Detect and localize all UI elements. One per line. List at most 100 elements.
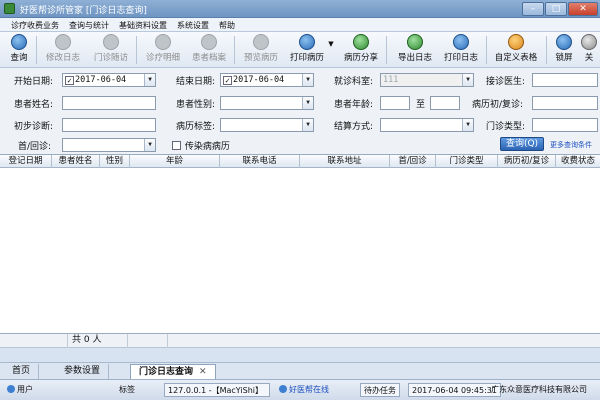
- age-label: 患者年龄:: [334, 100, 374, 110]
- share-icon: [353, 34, 369, 50]
- toolbar-lock-button[interactable]: 锁屏: [552, 34, 576, 66]
- end-date-field[interactable]: ✓ 2017-06-04 ▼: [220, 73, 314, 87]
- col-patient-name[interactable]: 患者姓名: [52, 155, 100, 168]
- minimize-button[interactable]: –: [522, 2, 544, 16]
- footer-cell: [128, 334, 168, 348]
- status-todo[interactable]: 待办任务: [360, 383, 400, 397]
- infectious-checkbox[interactable]: [172, 141, 181, 150]
- tab-settings[interactable]: 参数设置: [56, 364, 110, 379]
- toolbar-close-button[interactable]: 关: [580, 34, 598, 66]
- clinic-type-select[interactable]: [532, 118, 598, 132]
- menu-system-settings[interactable]: 系统设置: [172, 18, 214, 31]
- status-online[interactable]: 好医帮在线: [276, 383, 332, 397]
- patient-name-input[interactable]: [62, 96, 156, 110]
- col-phone[interactable]: 联系电话: [220, 155, 300, 168]
- toolbar-separator: [36, 36, 37, 64]
- close-window-button[interactable]: ✕: [568, 2, 598, 16]
- department-select[interactable]: 111 ▼: [380, 73, 474, 87]
- chevron-down-icon[interactable]: ▼: [462, 119, 473, 131]
- toolbar-detail-button[interactable]: 诊疗明细: [142, 34, 184, 66]
- tab-clinic-log-query[interactable]: 门诊日志查询 ✕: [130, 364, 216, 379]
- toolbar-export-button[interactable]: 导出日志: [394, 34, 436, 66]
- user-icon: [7, 385, 15, 393]
- title-bar: 好医帮诊所管家 [门诊日志查询] – □ ✕: [0, 0, 600, 18]
- start-date-label: 开始日期:: [14, 77, 54, 87]
- diagnosis-label: 初步诊断:: [14, 122, 54, 132]
- first-return-label: 首/回诊:: [18, 142, 52, 152]
- chevron-down-icon[interactable]: ▼: [462, 74, 473, 86]
- col-first-return[interactable]: 首/回诊: [390, 155, 436, 168]
- chevron-down-icon[interactable]: ▼: [144, 74, 155, 86]
- maximize-button[interactable]: □: [545, 2, 567, 16]
- total-count: 共 0 人: [68, 334, 128, 348]
- toolbar-separator: [234, 36, 235, 64]
- close-tab-icon[interactable]: ✕: [199, 367, 207, 377]
- app-logo-icon: [4, 3, 15, 14]
- col-register-date[interactable]: 登记日期: [0, 155, 52, 168]
- menu-help[interactable]: 帮助: [214, 18, 240, 31]
- toolbar-share-button[interactable]: 病历分享: [340, 34, 382, 66]
- record-tag-label: 病历标签:: [176, 122, 216, 132]
- grid-header: 登记日期 患者姓名 性别 年龄 联系电话 联系地址 首/回诊 门诊类型 病历初/…: [0, 155, 600, 168]
- menu-basic-data[interactable]: 基础资料设置: [114, 18, 172, 31]
- col-clinic-type[interactable]: 门诊类型: [436, 155, 498, 168]
- tab-home[interactable]: 首页: [4, 364, 40, 379]
- infectious-checkbox-label[interactable]: 传染病病历: [172, 139, 230, 152]
- col-address[interactable]: 联系地址: [300, 155, 390, 168]
- end-date-checkbox[interactable]: ✓: [223, 76, 232, 85]
- results-grid[interactable]: 登记日期 患者姓名 性别 年龄 联系电话 联系地址 首/回诊 门诊类型 病历初/…: [0, 154, 600, 334]
- start-date-field[interactable]: ✓ 2017-06-04 ▼: [62, 73, 156, 87]
- gender-label: 患者性别:: [176, 100, 216, 110]
- chevron-down-icon[interactable]: ▼: [302, 74, 313, 86]
- more-conditions-link[interactable]: 更多查询条件: [550, 140, 592, 150]
- doctor-select[interactable]: [532, 73, 598, 87]
- gender-select[interactable]: ▼: [220, 96, 314, 110]
- online-icon: [279, 385, 287, 393]
- toolbar-follow-up-button[interactable]: 门诊随访: [90, 34, 132, 66]
- col-charge-status[interactable]: 收费状态: [556, 155, 600, 168]
- settlement-select[interactable]: ▼: [380, 118, 474, 132]
- toolbar-edit-log-button[interactable]: 修改日志: [42, 34, 84, 66]
- col-record-type[interactable]: 病历初/复诊: [498, 155, 556, 168]
- chevron-down-icon[interactable]: ▼: [302, 119, 313, 131]
- toolbar-print-log-button[interactable]: 打印日志: [440, 34, 482, 66]
- age-to-input[interactable]: [430, 96, 460, 110]
- toolbar-custom-table-button[interactable]: 自定义表格: [490, 34, 542, 66]
- record-tag-select[interactable]: ▼: [220, 118, 314, 132]
- menu-billing[interactable]: 诊疗收费业务: [6, 18, 64, 31]
- record-type-select[interactable]: [532, 96, 598, 110]
- menu-bar: 诊疗收费业务 查询与统计 基础资料设置 系统设置 帮助: [0, 18, 600, 32]
- toolbar-print-record-button[interactable]: 打印病历: [286, 34, 328, 66]
- start-date-checkbox[interactable]: ✓: [65, 76, 74, 85]
- print-icon: [299, 34, 315, 50]
- record-type-label: 病历初/复诊:: [472, 100, 524, 110]
- status-ip-info: 127.0.0.1 -【MacYiShi】: [164, 383, 270, 397]
- department-label: 就诊科室:: [334, 77, 374, 87]
- status-user: 用户: [4, 383, 36, 397]
- toolbar-separator: [486, 36, 487, 64]
- diagnosis-input[interactable]: [62, 118, 156, 132]
- col-gender[interactable]: 性别: [100, 155, 130, 168]
- col-age[interactable]: 年龄: [130, 155, 220, 168]
- table-icon: [508, 34, 524, 50]
- chevron-down-icon[interactable]: ▼: [144, 139, 155, 151]
- settlement-label: 结算方式:: [334, 122, 374, 132]
- export-icon: [407, 34, 423, 50]
- footer-spacer: [0, 334, 68, 348]
- query-button[interactable]: 查询(Q): [500, 137, 544, 151]
- age-from-input[interactable]: [380, 96, 410, 110]
- grid-footer: 共 0 人: [0, 334, 600, 348]
- toolbar-separator: [386, 36, 387, 64]
- lock-icon: [556, 34, 572, 50]
- first-return-select[interactable]: ▼: [62, 138, 156, 152]
- toolbar: 查询 修改日志 门诊随访 诊疗明细 患者档案 预览病历 打印病历 ▼ 病历分享 …: [0, 32, 600, 68]
- toolbar-patient-file-button[interactable]: 患者档案: [188, 34, 230, 66]
- toolbar-query-button[interactable]: 查询: [6, 34, 32, 66]
- edit-log-icon: [55, 34, 71, 50]
- toolbar-separator: [136, 36, 137, 64]
- menu-query-stats[interactable]: 查询与统计: [64, 18, 114, 31]
- close-icon: [581, 34, 597, 50]
- preview-icon: [253, 34, 269, 50]
- toolbar-preview-button[interactable]: 预览病历: [240, 34, 282, 66]
- chevron-down-icon[interactable]: ▼: [302, 97, 313, 109]
